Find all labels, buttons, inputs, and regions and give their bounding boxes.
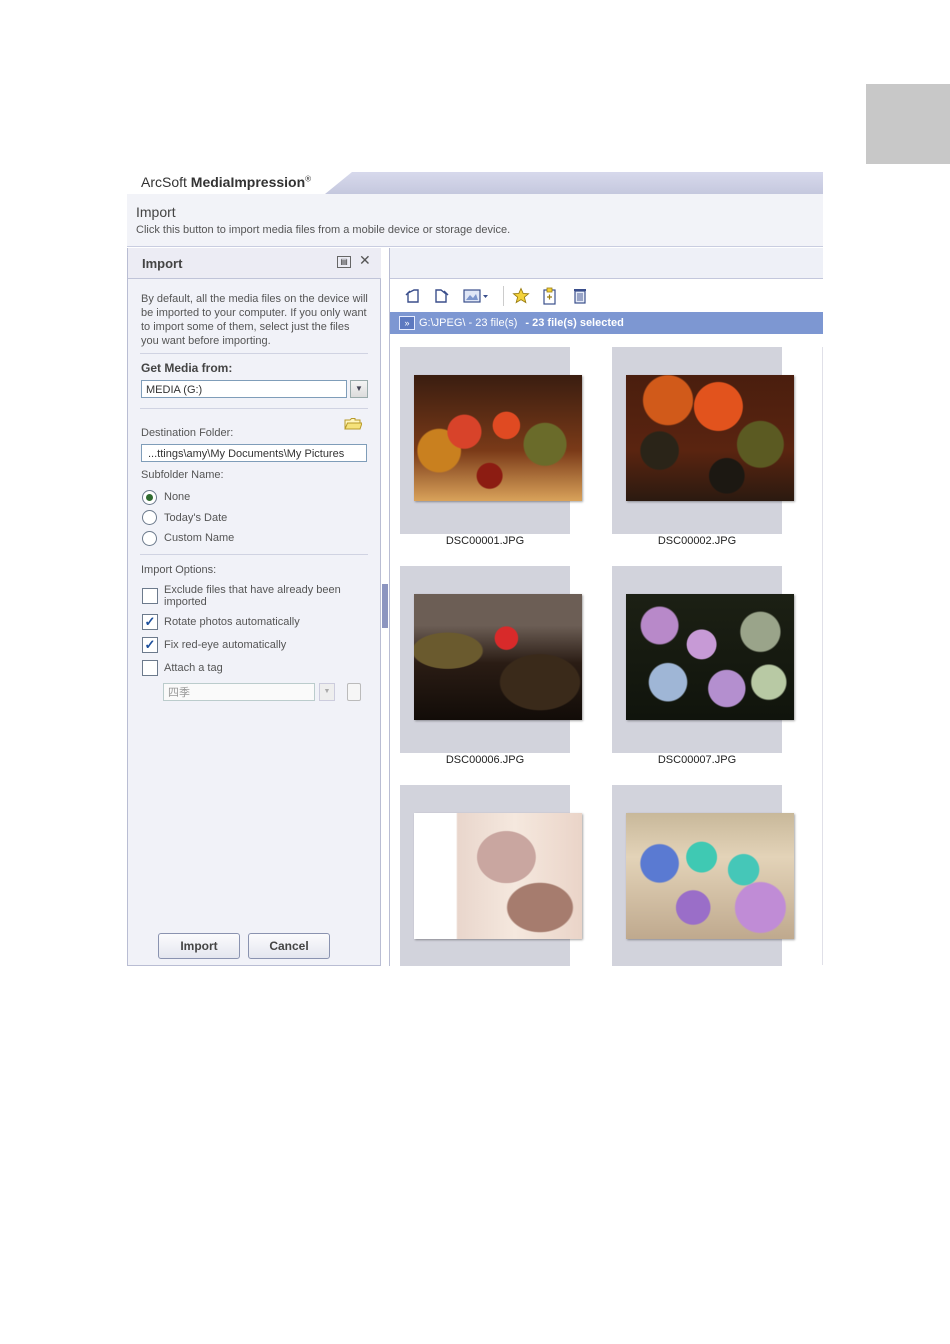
rotate-right-icon[interactable] — [432, 287, 450, 305]
panel-splitter[interactable] — [381, 248, 389, 966]
chevron-down-icon[interactable]: ▼ — [350, 380, 368, 398]
subfolder-todays-date-radio[interactable] — [142, 510, 157, 525]
import-panel: Import ▤ ✕ By default, all the media fil… — [127, 248, 382, 966]
header: Import Click this button to import media… — [127, 194, 823, 247]
view-mode-icon[interactable] — [462, 287, 490, 305]
header-title: Import — [136, 204, 176, 220]
star-icon[interactable] — [512, 287, 530, 305]
close-icon[interactable]: ✕ — [359, 252, 371, 269]
collapse-handle[interactable] — [382, 584, 388, 628]
photo-thumbnail — [414, 375, 582, 501]
folder-path: G:\JPEG\ - 23 file(s) — [419, 317, 518, 329]
photo-thumbnail — [626, 375, 794, 501]
thumbnail-tile[interactable] — [612, 785, 794, 966]
rotate-photos-checkbox[interactable]: ✓ — [142, 614, 158, 630]
thumbnail-caption: DSC00001.JPG — [445, 535, 525, 547]
destination-folder-label: Destination Folder: — [141, 427, 234, 439]
attach-tag-checkbox[interactable] — [142, 660, 158, 676]
tag-icon[interactable] — [541, 287, 559, 305]
subfolder-custom-name-radio[interactable] — [142, 531, 157, 546]
import-button[interactable]: Import — [158, 933, 240, 959]
photo-thumbnail — [414, 594, 582, 720]
new-tag-icon[interactable] — [347, 683, 361, 701]
subfolder-none-radio[interactable] — [142, 490, 157, 505]
cancel-button[interactable]: Cancel — [248, 933, 330, 959]
thumbnail-caption: DSC00007.JPG — [657, 754, 737, 766]
toolbar-divider — [503, 286, 504, 306]
media-browser: » G:\JPEG\ - 23 file(s) - 23 file(s) selec… — [389, 248, 823, 966]
app-title: ArcSoft MediaImpression® — [141, 174, 312, 190]
thumbnail-tile[interactable] — [612, 566, 794, 753]
media-source-select[interactable]: MEDIA (G:) — [141, 380, 347, 398]
subfolder-option-label: Today's Date — [164, 512, 228, 524]
path-bar: » G:\JPEG\ - 23 file(s) - 23 file(s) selec… — [390, 312, 823, 334]
exclude-imported-checkbox[interactable] — [142, 588, 158, 604]
divider — [140, 554, 368, 555]
thumbnail-caption: DSC00006.JPG — [445, 754, 525, 766]
dock-icon[interactable]: ▤ — [337, 256, 351, 268]
thumbnail-tile[interactable] — [400, 785, 582, 966]
expand-icon[interactable]: » — [399, 316, 415, 331]
divider — [140, 408, 368, 409]
panel-description: By default, all the media files on the d… — [141, 293, 368, 347]
panel-title: Import — [142, 256, 183, 271]
import-panel-header: Import ▤ ✕ — [128, 248, 382, 279]
photo-thumbnail — [626, 594, 794, 720]
option-label: Rotate photos automatically — [164, 616, 300, 628]
scroll-edge — [822, 347, 823, 965]
thumbnail-caption: DSC00002.JPG — [657, 535, 737, 547]
photo-thumbnail — [626, 813, 794, 939]
subfolder-option-label: None — [164, 491, 191, 503]
import-options-label: Import Options: — [141, 564, 217, 576]
subfolder-option-label: Custom Name — [164, 532, 235, 544]
toolbar — [390, 279, 823, 311]
photo-thumbnail — [414, 813, 582, 939]
thumbnail-tile[interactable] — [612, 347, 794, 534]
get-media-label: Get Media from: — [141, 361, 233, 375]
browser-header — [390, 248, 823, 279]
thumbnail-tile[interactable] — [400, 566, 582, 753]
page-tab-marker — [866, 84, 950, 164]
fix-red-eye-checkbox[interactable]: ✓ — [142, 637, 158, 653]
destination-folder-field[interactable]: ...ttings\amy\My Documents\My Pictures — [141, 444, 367, 462]
subfolder-name-label: Subfolder Name: — [141, 469, 224, 481]
folder-icon[interactable] — [344, 417, 362, 431]
app-window: ArcSoft MediaImpression® Import Click th… — [127, 172, 823, 966]
selection-count: - 23 file(s) selected — [525, 317, 624, 329]
option-label: Exclude files that have already been imp… — [164, 584, 341, 608]
chevron-down-icon[interactable]: ▼ — [319, 683, 335, 701]
option-label: Attach a tag — [164, 662, 223, 674]
option-label: Fix red-eye automatically — [164, 639, 287, 651]
rotate-left-icon[interactable] — [404, 287, 422, 305]
title-bar: ArcSoft MediaImpression® — [127, 172, 823, 194]
trash-icon[interactable] — [571, 287, 589, 305]
header-description: Click this button to import media files … — [136, 224, 511, 236]
thumbnail-tile[interactable] — [400, 347, 582, 534]
tag-select[interactable]: 四季 — [163, 683, 315, 701]
divider — [140, 353, 368, 354]
